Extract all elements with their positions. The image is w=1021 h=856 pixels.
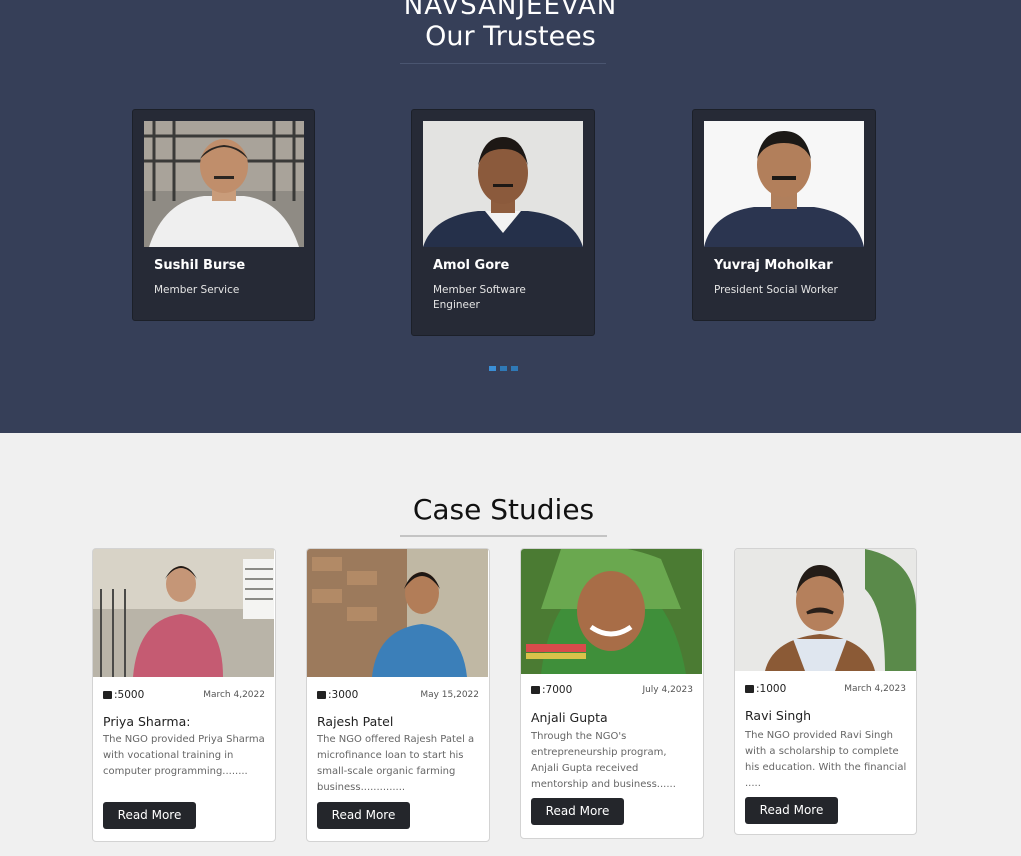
amount-value: :1000 xyxy=(756,683,787,695)
case-date: March 4,2023 xyxy=(844,684,906,694)
money-bag-icon xyxy=(103,691,112,699)
money-bag-icon xyxy=(745,685,754,693)
trustees-heading: Our Trustees xyxy=(425,21,596,52)
trustee-name: Sushil Burse xyxy=(154,258,246,273)
case-study-name: Anjali Gupta xyxy=(531,710,608,725)
amount-label: :1000 xyxy=(745,683,786,695)
read-more-button[interactable]: Read More xyxy=(317,802,410,829)
case-study-card: :1000 March 4,2023 Ravi Singh The NGO pr… xyxy=(734,548,917,835)
case-study-card: :7000 July 4,2023 Anjali Gupta Through t… xyxy=(520,548,704,839)
heading-divider xyxy=(400,535,607,537)
case-study-description: The NGO provided Ravi Singh with a schol… xyxy=(745,730,907,789)
trustee-photo xyxy=(144,121,304,247)
case-study-description: The NGO provided Priya Sharma with vocat… xyxy=(103,734,265,777)
read-more-button[interactable]: Read More xyxy=(531,798,624,825)
amount-value: :3000 xyxy=(328,689,359,701)
brand-title: NAVSANJEEVAN xyxy=(403,0,618,21)
case-study-card: :3000 May 15,2022 Rajesh Patel The NGO o… xyxy=(306,548,490,842)
trustee-photo xyxy=(704,121,864,247)
amount-value: :5000 xyxy=(114,689,145,701)
case-study-name: Rajesh Patel xyxy=(317,714,394,729)
trustee-name: Yuvraj Moholkar xyxy=(714,258,833,273)
case-study-photo xyxy=(735,549,916,671)
case-study-name: Ravi Singh xyxy=(745,708,812,723)
case-study-photo xyxy=(307,549,488,677)
case-date: March 4,2022 xyxy=(203,690,265,700)
case-studies-heading: Case Studies xyxy=(412,493,595,526)
trustee-card[interactable]: Yuvraj Moholkar President Social Worker xyxy=(692,109,876,321)
case-study-photo xyxy=(93,549,274,677)
trustee-role: Member Software Engineer xyxy=(433,284,526,311)
heading-divider xyxy=(400,63,606,64)
trustee-card[interactable]: Amol Gore Member Software Engineer xyxy=(411,109,595,336)
case-date: July 4,2023 xyxy=(642,685,693,695)
trustee-photo xyxy=(423,121,583,247)
trustee-role: Member Service xyxy=(154,284,240,296)
money-bag-icon xyxy=(317,691,326,699)
amount-label: :7000 xyxy=(531,684,572,696)
trustee-name: Amol Gore xyxy=(433,258,510,273)
read-more-button[interactable]: Read More xyxy=(745,797,838,824)
amount-value: :7000 xyxy=(542,684,573,696)
case-study-description: The NGO offered Rajesh Patel a microfina… xyxy=(317,734,475,793)
case-date: May 15,2022 xyxy=(420,690,479,700)
carousel-dot[interactable] xyxy=(511,366,518,371)
case-study-description: Through the NGO's entrepreneurship progr… xyxy=(531,731,676,790)
carousel-dot[interactable] xyxy=(500,366,507,371)
case-study-name: Priya Sharma: xyxy=(103,714,191,729)
carousel-dot[interactable] xyxy=(489,366,496,371)
amount-label: :5000 xyxy=(103,689,144,701)
amount-label: :3000 xyxy=(317,689,358,701)
trustee-role: President Social Worker xyxy=(714,284,838,296)
case-study-photo xyxy=(521,549,702,674)
money-bag-icon xyxy=(531,686,540,694)
trustee-card[interactable]: Sushil Burse Member Service xyxy=(132,109,315,321)
trustees-section: NAVSANJEEVAN Our Trustees Sushil Burse M… xyxy=(0,0,1021,433)
read-more-button[interactable]: Read More xyxy=(103,802,196,829)
case-study-card: :5000 March 4,2022 Priya Sharma: The NGO… xyxy=(92,548,276,842)
